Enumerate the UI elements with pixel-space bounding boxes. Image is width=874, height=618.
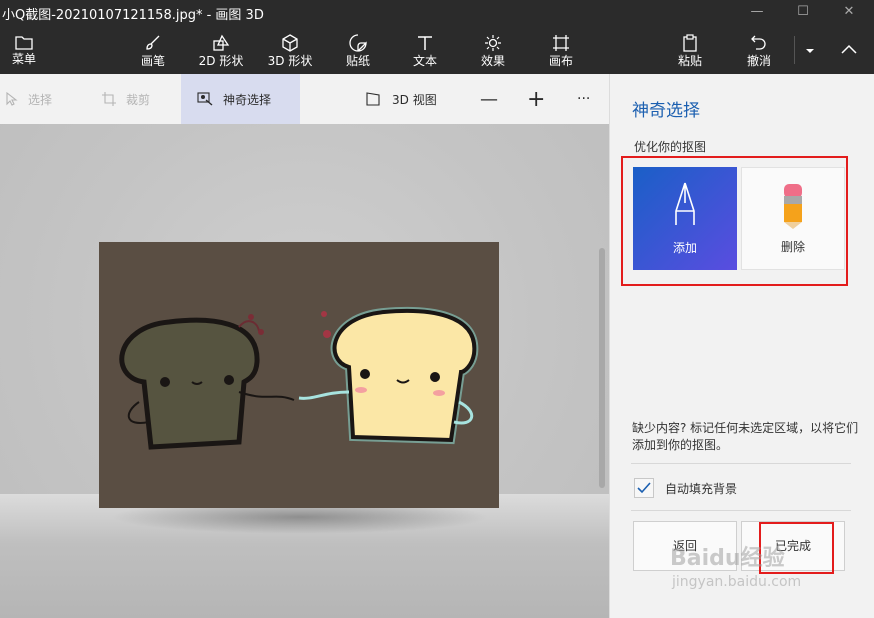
chevron-down-icon	[806, 49, 814, 53]
cube-icon	[282, 34, 298, 52]
undo-icon	[751, 35, 766, 50]
view-3d-label: 3D 视图	[392, 92, 437, 107]
hint-text: 缺少内容? 标记任何未选定区域，以将它们添加到你的抠图。	[632, 421, 859, 452]
view-3d-icon	[366, 92, 380, 106]
crop-label: 裁剪	[126, 92, 151, 107]
effects-label: 效果	[480, 54, 505, 68]
highlight-box-modes	[621, 156, 848, 286]
shapes-2d-label: 2D 形状	[198, 54, 244, 68]
watermark-brand: Baidu经验	[670, 546, 785, 571]
more-options-button[interactable]: ···	[577, 74, 590, 124]
paste-label: 粘贴	[677, 54, 702, 68]
shapes-3d-label: 3D 形状	[267, 54, 313, 68]
close-button[interactable]: ✕	[826, 0, 872, 26]
maximize-button[interactable]: ☐	[780, 0, 826, 26]
paste-button[interactable]: 粘贴	[670, 26, 710, 74]
panel-title: 神奇选择	[632, 101, 700, 121]
text-button[interactable]: 文本	[405, 26, 445, 74]
undo-button[interactable]: 撤消	[739, 26, 779, 74]
stickers-label: 贴纸	[345, 54, 370, 68]
tool-options-bar: 选择 裁剪 神奇选择 3D 视图 — + ···	[0, 74, 609, 124]
minimize-button[interactable]: —	[734, 0, 780, 26]
sun-icon	[485, 35, 501, 51]
effects-button[interactable]: 效果	[473, 26, 513, 74]
stickers-button[interactable]: 贴纸	[338, 26, 378, 74]
autofill-label: 自动填充背景	[665, 482, 738, 496]
brushes-button[interactable]: 画笔	[133, 26, 173, 74]
title-bar: 小Q截图-20210107121158.jpg* - 画图 3D — ☐ ✕	[0, 0, 874, 26]
refine-cutout-label: 优化你的抠图	[634, 140, 707, 154]
shapes-2d-button[interactable]: 2D 形状	[196, 26, 246, 74]
text-label: 文本	[412, 54, 437, 68]
panel-divider	[631, 510, 851, 511]
ribbon-divider	[794, 36, 795, 64]
watermark-url: jingyan.baidu.com	[672, 574, 802, 590]
history-dropdown-button[interactable]	[800, 26, 820, 74]
folder-icon	[15, 36, 33, 50]
panel-divider	[631, 463, 851, 464]
view-3d-button[interactable]: 3D 视图	[366, 74, 437, 124]
toast-couple-illustration	[99, 242, 499, 508]
brushes-label: 画笔	[140, 54, 165, 68]
crop-icon	[102, 92, 116, 106]
crop-tool[interactable]: 裁剪	[102, 74, 150, 124]
undo-label: 撤消	[746, 54, 771, 68]
canvas-label: 画布	[548, 54, 573, 68]
chevron-up-icon	[841, 44, 857, 54]
select-label: 选择	[28, 92, 53, 107]
checkmark-icon	[637, 482, 651, 494]
shapes-3d-button[interactable]: 3D 形状	[264, 26, 316, 74]
zoom-out-button[interactable]: —	[480, 74, 498, 124]
cursor-icon	[6, 92, 18, 106]
window-title: 小Q截图-20210107121158.jpg* - 画图 3D	[2, 8, 264, 23]
autofill-checkbox[interactable]	[634, 478, 654, 498]
menu-button[interactable]: 菜单	[4, 26, 44, 74]
canvas-button[interactable]: 画布	[541, 26, 581, 74]
ribbon: 菜单 画笔 2D 形状 3D 形状 贴纸 文本 效果 画布 粘贴 撤消	[0, 26, 874, 74]
magic-select-icon	[197, 92, 213, 106]
magic-select-panel: 神奇选择 优化你的抠图 添加 删除 缺少内容? 标记任何未选定区域，以将它们添加…	[609, 74, 874, 618]
menu-label: 菜单	[11, 52, 36, 66]
shapes-2d-icon	[213, 34, 230, 51]
clipboard-icon	[683, 34, 697, 52]
magic-select-tool[interactable]: 神奇选择	[181, 74, 300, 124]
vertical-scrollbar[interactable]	[599, 248, 605, 488]
canvas-image[interactable]	[99, 242, 499, 508]
canvas-icon	[553, 35, 569, 51]
zoom-in-button[interactable]: +	[527, 74, 545, 124]
magic-select-label: 神奇选择	[223, 92, 272, 107]
brush-icon	[146, 35, 160, 50]
text-icon	[418, 36, 432, 50]
sticker-icon	[349, 34, 367, 52]
canvas-area[interactable]	[0, 124, 609, 618]
collapse-ribbon-button[interactable]	[836, 26, 862, 74]
select-tool[interactable]: 选择	[6, 74, 52, 124]
